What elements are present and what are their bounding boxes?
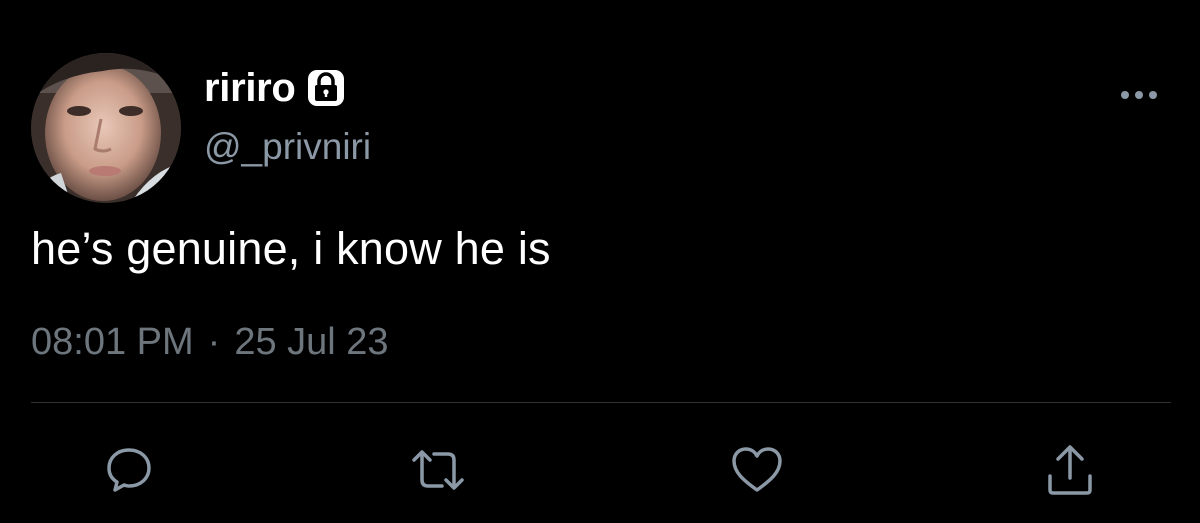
avatar-photo xyxy=(31,53,181,203)
like-button[interactable] xyxy=(727,440,787,500)
retweet-button[interactable] xyxy=(408,440,468,500)
reply-icon xyxy=(103,444,155,496)
divider xyxy=(31,402,1171,403)
reply-button[interactable] xyxy=(99,440,159,500)
display-name[interactable]: ririro xyxy=(204,68,296,108)
heart-icon xyxy=(729,444,785,496)
tweet-time[interactable]: 08:01 PM xyxy=(31,323,194,361)
timestamp-row: 08:01 PM · 25 Jul 23 xyxy=(31,323,389,361)
timestamp-separator: · xyxy=(207,321,221,363)
share-icon xyxy=(1044,442,1096,498)
share-button[interactable] xyxy=(1040,440,1100,500)
more-options-icon[interactable] xyxy=(1115,82,1163,108)
action-bar xyxy=(0,440,1200,500)
avatar[interactable] xyxy=(31,53,181,203)
tweet-text: he’s genuine, i know he is xyxy=(31,223,551,274)
tweet-date[interactable]: 25 Jul 23 xyxy=(234,323,388,361)
user-handle[interactable]: @_privniri xyxy=(204,128,371,165)
display-name-row: ririro xyxy=(204,62,346,114)
tweet-card: ririro @_privniri he’s genuine, i know h… xyxy=(0,0,1200,523)
retweet-icon xyxy=(408,444,468,496)
lock-icon xyxy=(306,68,346,108)
